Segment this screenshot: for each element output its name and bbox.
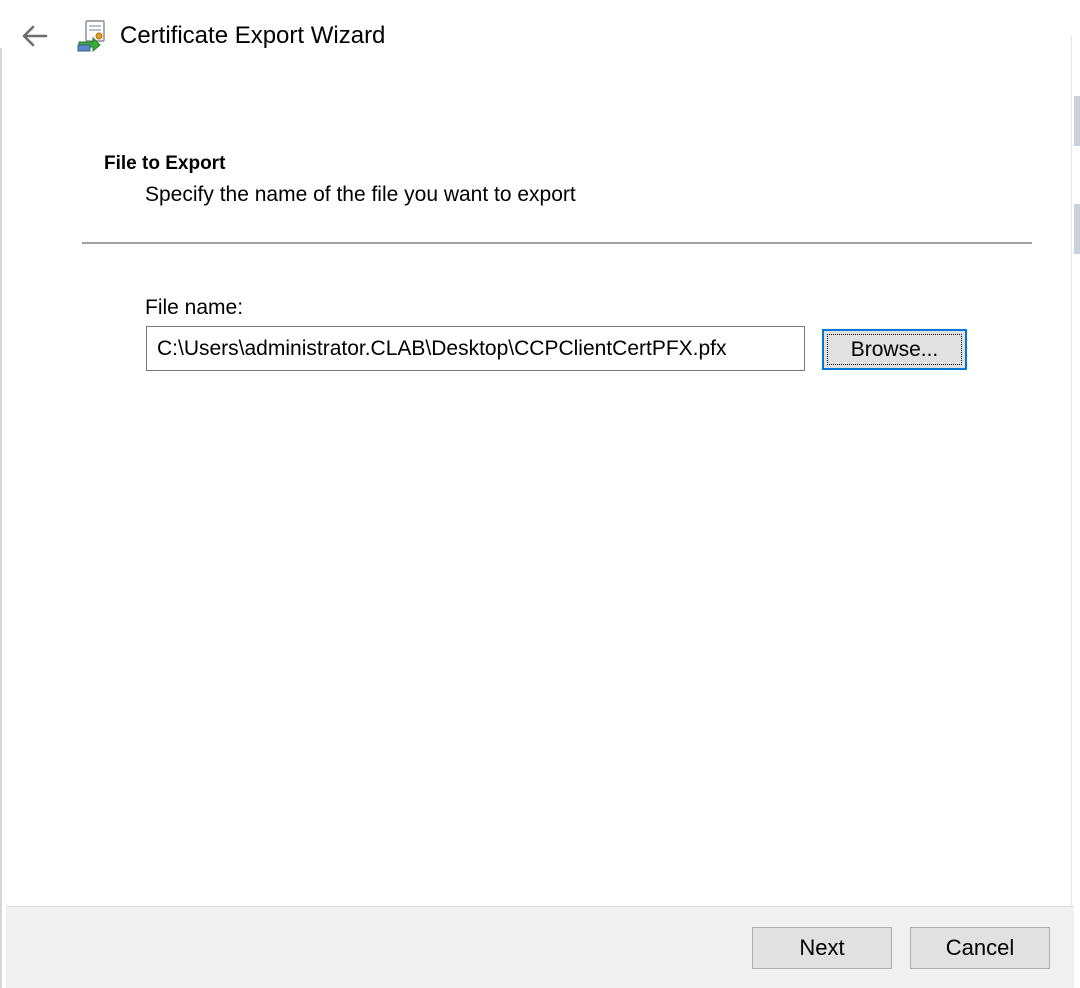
background-scrollbar-segment (1074, 96, 1080, 146)
next-button[interactable]: Next (752, 927, 892, 969)
back-button[interactable] (14, 16, 54, 56)
cancel-button[interactable]: Cancel (910, 927, 1050, 969)
certificate-wizard-icon (76, 18, 110, 53)
wizard-footer: Next Cancel (6, 906, 1074, 988)
wizard-header: Certificate Export Wizard (0, 0, 1080, 72)
back-arrow-icon (22, 25, 48, 47)
file-name-input[interactable] (146, 326, 805, 371)
wizard-window: Certificate Export Wizard File to Export… (0, 0, 1080, 988)
browse-button[interactable]: Browse... (822, 329, 967, 370)
header-divider (82, 242, 1032, 244)
browse-button-label: Browse... (850, 337, 939, 361)
window-left-border (0, 48, 2, 988)
background-scrollbar-segment (1074, 204, 1080, 254)
window-right-border (1071, 36, 1080, 988)
file-name-label: File name: (145, 296, 244, 319)
page-subtitle: Specify the name of the file you want to… (145, 183, 576, 206)
wizard-title: Certificate Export Wizard (120, 22, 386, 49)
page-title: File to Export (104, 153, 226, 174)
